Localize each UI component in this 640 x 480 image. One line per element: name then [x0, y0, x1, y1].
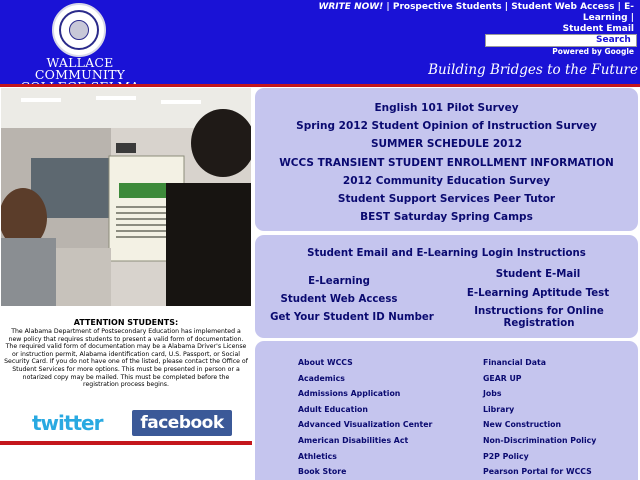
student-email-link[interactable]: Student E-Mail	[453, 269, 623, 281]
e-learning-link[interactable]: E-Learning	[255, 276, 423, 288]
quick-links-panel: About WCCS Academics Admissions Applicat…	[255, 341, 638, 480]
attention-body: The Alabama Department of Postsecondary …	[4, 328, 248, 389]
photo-illustration	[1, 88, 251, 306]
quick-link[interactable]: Adult Education	[298, 402, 432, 418]
quick-link[interactable]: P2P Policy	[483, 449, 596, 465]
aptitude-test-link[interactable]: E-Learning Aptitude Test	[453, 288, 623, 300]
quick-link[interactable]: Book Store	[298, 464, 432, 480]
quick-link[interactable]: New Construction	[483, 417, 596, 433]
attention-title: ATTENTION STUDENTS:	[73, 318, 179, 327]
student-web-access-link[interactable]: Student Web Access	[255, 294, 423, 306]
top-link-student-web-access[interactable]: Student Web Access	[511, 2, 614, 12]
attention-notice: ATTENTION STUDENTS: The Alabama Departme…	[1, 314, 251, 406]
announcements-panel: English 101 Pilot Survey Spring 2012 Stu…	[255, 88, 638, 231]
quick-link[interactable]: Pearson Portal for WCCS	[483, 464, 596, 480]
quick-link[interactable]: Jobs	[483, 386, 596, 402]
separator: |	[617, 2, 621, 12]
login-instructions-link[interactable]: Student Email and E-Learning Login Instr…	[255, 248, 638, 259]
quick-link[interactable]: GEAR UP	[483, 371, 596, 387]
quick-links-right: Financial Data GEAR UP Jobs Library New …	[483, 355, 596, 480]
announcement-link[interactable]: WCCS TRANSIENT STUDENT ENROLLMENT INFORM…	[255, 154, 638, 172]
announcement-link[interactable]: BEST Saturday Spring Camps	[255, 208, 638, 226]
search-button[interactable]: Search	[596, 35, 631, 46]
left-divider	[0, 441, 252, 445]
student-login-panel: Student Email and E-Learning Login Instr…	[255, 235, 638, 338]
announcement-list: English 101 Pilot Survey Spring 2012 Stu…	[255, 99, 638, 226]
announcement-link[interactable]: Student Support Services Peer Tutor	[255, 190, 638, 208]
quick-link[interactable]: Non-Discrimination Policy	[483, 433, 596, 449]
quick-link[interactable]: About WCCS	[298, 355, 432, 371]
quick-link[interactable]: American Disabilities Act	[298, 433, 432, 449]
twitter-logo-link[interactable]: twitter	[32, 412, 130, 434]
header-divider	[0, 84, 640, 87]
social-links: twitter facebook	[30, 410, 235, 436]
top-nav: WRITE NOW! | Prospective Students | Stud…	[314, 2, 634, 35]
quick-links-left: About WCCS Academics Admissions Applicat…	[298, 355, 432, 480]
tagline: Building Bridges to the Future	[428, 62, 638, 78]
top-link-prospective-students[interactable]: Prospective Students	[393, 2, 502, 12]
site-header: WALLACE COMMUNITY COLLEGE SELMA WRITE NO…	[0, 0, 640, 93]
separator: |	[504, 2, 509, 12]
campus-photo	[1, 88, 251, 306]
quick-link[interactable]: Advanced Visualization Center	[298, 417, 432, 433]
powered-by-google: Powered by Google	[552, 47, 634, 56]
quick-link[interactable]: Academics	[298, 371, 432, 387]
announcement-link[interactable]: English 101 Pilot Survey	[255, 99, 638, 117]
top-link-student-email[interactable]: Student Email	[563, 24, 634, 34]
quick-link[interactable]: Admissions Application	[298, 386, 432, 402]
student-id-link[interactable]: Get Your Student ID Number	[267, 312, 437, 324]
announcement-link[interactable]: SUMMER SCHEDULE 2012	[255, 135, 638, 153]
announcement-link[interactable]: Spring 2012 Student Opinion of Instructi…	[255, 117, 638, 135]
college-name-line1: WALLACE COMMUNITY	[34, 55, 126, 82]
announcement-link[interactable]: 2012 Community Education Survey	[255, 172, 638, 190]
college-seal-logo[interactable]	[52, 3, 106, 57]
separator: |	[630, 13, 634, 23]
seal-center	[69, 20, 89, 40]
separator: |	[386, 2, 390, 12]
facebook-logo-link[interactable]: facebook	[132, 410, 232, 436]
top-link-write-now[interactable]: WRITE NOW!	[318, 2, 383, 12]
quick-link[interactable]: Financial Data	[483, 355, 596, 371]
online-registration-link[interactable]: Instructions for Online Registration	[461, 306, 617, 330]
quick-link[interactable]: Athletics	[298, 449, 432, 465]
quick-link[interactable]: Library	[483, 402, 596, 418]
